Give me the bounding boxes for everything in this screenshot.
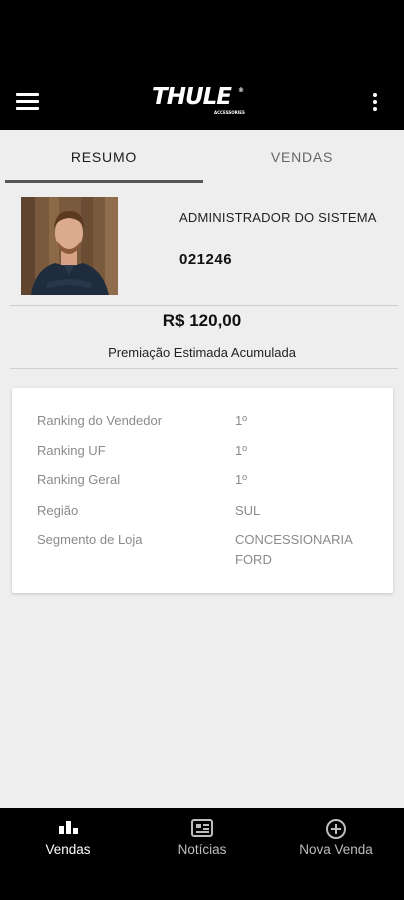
regiao-value: SUL	[235, 503, 261, 518]
nav-nova-venda-label: Nova Venda	[299, 842, 373, 857]
tab-resumo[interactable]: RESUMO	[5, 130, 203, 183]
segmento-value: CONCESSIONARIA FORD	[235, 532, 353, 567]
ranking-geral-label: Ranking Geral	[37, 472, 121, 487]
ranking-vendedor-label: Ranking do Vendedor	[37, 413, 163, 428]
tab-bar: RESUMO VENDAS	[0, 130, 404, 183]
ranking-uf-label: Ranking UF	[37, 443, 106, 458]
avatar	[21, 197, 118, 295]
more-options-icon[interactable]	[372, 93, 378, 111]
segmento-label: Segmento de Loja	[37, 532, 143, 547]
ranking-geral-value: 1º	[235, 472, 247, 487]
user-name: ADMINISTRADOR DO SISTEMA	[179, 210, 377, 225]
app-bar: THULE ® ACCESSORIES	[0, 72, 404, 130]
thule-logo: THULE ® ACCESSORIES	[152, 84, 252, 118]
add-circle-icon	[326, 819, 346, 839]
bottom-navigation: Vendas Notícias Nova Venda	[0, 808, 404, 900]
divider	[10, 368, 398, 369]
divider	[10, 305, 398, 306]
nav-noticias[interactable]: Notícias	[142, 808, 262, 868]
accumulated-amount: R$ 120,00	[162, 311, 242, 330]
user-code: 021246	[179, 251, 233, 268]
logo-registered-mark: ®	[238, 87, 244, 94]
active-tab-indicator	[5, 180, 203, 183]
ranking-vendedor-value: 1º	[235, 413, 247, 428]
nav-noticias-label: Notícias	[177, 842, 227, 857]
regiao-label: Região	[37, 503, 79, 518]
tab-vendas[interactable]: VENDAS	[203, 130, 401, 183]
menu-icon[interactable]	[16, 93, 39, 110]
logo-subtext: ACCESSORIES	[214, 110, 245, 115]
status-bar	[0, 0, 404, 72]
accumulated-amount-label: Premiação Estimada Acumulada	[108, 345, 296, 360]
nav-vendas-label: Vendas	[45, 842, 91, 857]
nav-vendas[interactable]: Vendas	[8, 808, 128, 868]
bar-chart-icon	[59, 821, 78, 834]
nav-nova-venda[interactable]: Nova Venda	[276, 808, 396, 868]
logo-text: THULE	[152, 84, 232, 110]
ranking-card: Ranking do Vendedor 1º Ranking UF 1º Ran…	[12, 388, 393, 593]
ranking-uf-value: 1º	[235, 443, 247, 458]
newspaper-icon	[191, 819, 213, 837]
